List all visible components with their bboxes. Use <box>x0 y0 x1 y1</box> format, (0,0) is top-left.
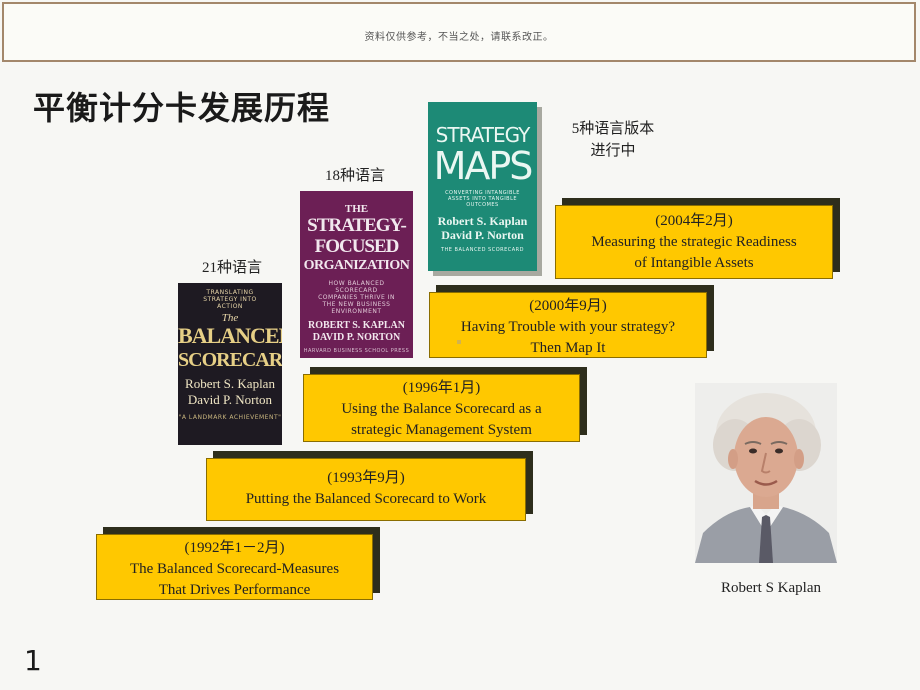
language-label-bsc: 21种语言 <box>201 260 262 276</box>
book-subtitle: HOW BALANCED SCORECARD COMPANIES THRIVE … <box>318 280 395 315</box>
notice-bar: 资料仅供参考，不当之处，请联系改正。 <box>2 2 916 62</box>
timeline-box-1993: (1993年9月) Putting the Balanced Scorecard… <box>206 458 526 521</box>
portrait-illustration <box>695 383 837 563</box>
page-number: 1 <box>24 644 42 677</box>
timeline-box-1992: (1992年1－2月) The Balanced Scorecard-Measu… <box>96 534 373 600</box>
book-footer: "A LANDMARK ACHIEVEMENT" <box>178 414 282 421</box>
timeline-box-2000: (2000年9月) Having Trouble with your strat… <box>429 292 707 358</box>
book-cover-balanced-scorecard: TRANSLATING STRATEGY INTO ACTION The BAL… <box>178 283 282 445</box>
language-label-maps-line2: 进行中 <box>590 143 636 159</box>
book-the: THE <box>344 203 369 215</box>
timeline-box-1996: (1996年1月) Using the Balance Scorecard as… <box>303 374 580 442</box>
slide: 资料仅供参考，不当之处，请联系改正。 平衡计分卡发展历程 21种语言 18种语言… <box>0 0 920 690</box>
slide-title: 平衡计分卡发展历程 <box>33 89 331 127</box>
timeline-line1: Putting the Balanced Scorecard to Work <box>245 491 487 507</box>
book-author1: Robert S. Kaplan <box>185 376 275 391</box>
timeline-line2: of Intangible Assets <box>634 255 754 271</box>
book-cover-strategy-maps: STRATEGY MAPS CONVERTING INTANGIBLE ASSE… <box>428 102 537 271</box>
portrait-photo <box>695 383 837 563</box>
book-author2: David P. Norton <box>441 228 524 242</box>
timeline-date: (2000年9月) <box>529 298 607 314</box>
timeline-date: (1992年1－2月) <box>184 540 285 556</box>
language-label-maps-line1: 5种语言版本 <box>571 121 655 137</box>
book-title-line2: MAPS <box>433 144 534 188</box>
timeline-line1: Measuring the strategic Readiness <box>591 234 797 250</box>
timeline-box-2004: (2004年2月) Measuring the strategic Readin… <box>555 205 833 279</box>
book-author2: David P. Norton <box>187 392 273 407</box>
timeline-line2: Then Map It <box>530 340 606 356</box>
notice-text: 资料仅供参考，不当之处，请联系改正。 <box>364 32 554 43</box>
book-title-line2: FOCUSED <box>314 236 400 257</box>
language-label-sfo: 18种语言 <box>324 168 385 184</box>
book-title-line3: ORGANIZATION <box>303 258 410 273</box>
decorative-dot <box>457 340 461 344</box>
timeline-date: (1996年1月) <box>402 380 481 396</box>
book-footer: THE BALANCED SCORECARD <box>440 247 525 253</box>
timeline-line1: Having Trouble with your strategy? <box>460 319 676 335</box>
book-author1: Robert S. Kaplan <box>437 214 528 228</box>
timeline-date: (1993年9月) <box>327 470 405 486</box>
portrait-caption: Robert S Kaplan <box>721 580 821 596</box>
book-author1: ROBERT S. KAPLAN <box>308 320 405 331</box>
timeline-line1: Using the Balance Scorecard as a <box>341 401 542 417</box>
book-title-line1: STRATEGY- <box>307 215 407 236</box>
book-title-line2: SCORECARD <box>178 349 282 371</box>
timeline-line2: strategic Management System <box>351 422 532 438</box>
book-title-line1: BALANCED <box>178 323 282 348</box>
book-title-line1: STRATEGY <box>435 123 531 147</box>
book-cover-strategy-focused-organization: THE STRATEGY- FOCUSED ORGANIZATION HOW B… <box>300 191 413 358</box>
book-footer: HARVARD BUSINESS SCHOOL PRESS <box>303 348 410 354</box>
timeline-date: (2004年2月) <box>655 213 733 229</box>
timeline-line2: That Drives Performance <box>158 582 311 598</box>
book-author2: DAVID P. NORTON <box>312 332 401 343</box>
timeline-line1: The Balanced Scorecard-Measures <box>129 561 340 577</box>
book-tagline: TRANSLATING STRATEGY INTO ACTION <box>203 289 257 310</box>
book-subtitle: CONVERTING INTANGIBLE ASSETS INTO TANGIB… <box>445 190 520 208</box>
